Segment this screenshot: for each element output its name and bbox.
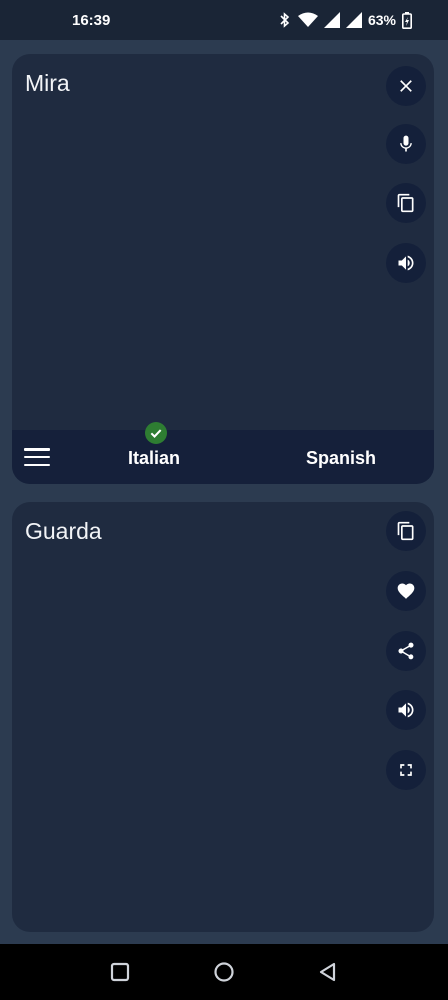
menu-button[interactable] bbox=[24, 445, 50, 469]
bluetooth-icon bbox=[280, 12, 290, 28]
fullscreen-button[interactable] bbox=[386, 750, 426, 790]
battery-percent: 63% bbox=[367, 12, 396, 28]
signal-icon-2 bbox=[345, 12, 362, 28]
copy-button[interactable] bbox=[386, 183, 426, 223]
speaker-icon bbox=[398, 702, 414, 718]
signal-icon bbox=[323, 12, 340, 28]
battery-icon bbox=[402, 11, 412, 29]
checkmark-icon bbox=[145, 422, 167, 444]
menu-icon-line bbox=[24, 455, 50, 459]
fullscreen-icon bbox=[400, 764, 412, 776]
translation-panel: Guarda bbox=[12, 502, 434, 932]
share-icon bbox=[398, 642, 414, 660]
close-icon bbox=[400, 80, 412, 92]
menu-icon-line bbox=[24, 463, 50, 466]
navigation-bar bbox=[0, 944, 448, 1000]
home-button[interactable] bbox=[204, 952, 244, 992]
square-icon bbox=[110, 962, 130, 982]
source-panel[interactable]: Mira Italian Spanish bbox=[12, 54, 434, 484]
back-button[interactable] bbox=[308, 952, 348, 992]
copy-icon bbox=[397, 193, 414, 213]
copy-translation-button[interactable] bbox=[386, 511, 426, 551]
target-language-button[interactable]: Spanish bbox=[306, 448, 376, 469]
microphone-button[interactable] bbox=[386, 124, 426, 164]
menu-icon-line bbox=[24, 448, 50, 451]
clear-button[interactable] bbox=[386, 66, 426, 106]
triangle-back-icon bbox=[319, 962, 336, 982]
status-time: 16:39 bbox=[72, 11, 111, 29]
copy-icon bbox=[397, 521, 414, 541]
translation-text: Guarda bbox=[25, 518, 102, 544]
recents-button[interactable] bbox=[100, 952, 140, 992]
source-language-button[interactable]: Italian bbox=[128, 448, 180, 469]
favorite-button[interactable] bbox=[386, 571, 426, 611]
source-text[interactable]: Mira bbox=[25, 70, 70, 97]
language-bar: Italian Spanish bbox=[12, 422, 434, 484]
speaker-icon bbox=[398, 255, 414, 271]
speak-translation-button[interactable] bbox=[386, 690, 426, 730]
share-button[interactable] bbox=[386, 631, 426, 671]
circle-icon bbox=[214, 962, 234, 982]
wifi-icon bbox=[297, 12, 318, 27]
status-icons: 63% bbox=[278, 11, 412, 29]
status-bar: 16:39 63% bbox=[0, 0, 448, 40]
speak-button[interactable] bbox=[386, 243, 426, 283]
heart-icon bbox=[397, 583, 415, 599]
microphone-icon bbox=[400, 135, 412, 152]
